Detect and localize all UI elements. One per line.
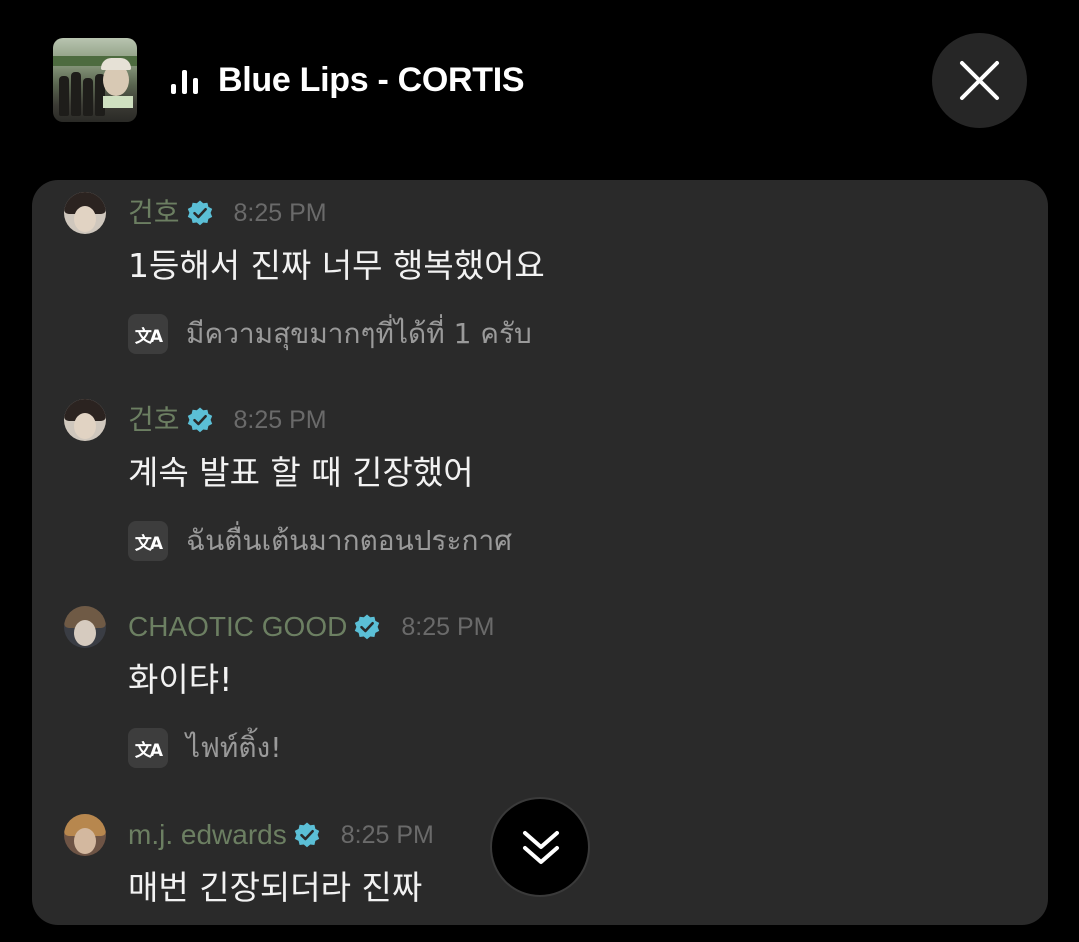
message-meta: m.j. edwards 8:25 PM bbox=[128, 815, 434, 855]
translate-icon[interactable]: 文A bbox=[128, 521, 168, 561]
message-meta: 건호 8:25 PM bbox=[128, 400, 327, 440]
username[interactable]: 건호 bbox=[128, 400, 180, 440]
close-button[interactable] bbox=[932, 33, 1027, 128]
live-chat-panel[interactable]: 건호 8:25 PM 1등해서 진짜 너무 행복했어요 文A มีความสุข… bbox=[32, 180, 1048, 925]
translation-row: 文A มีความสุขมากๆที่ได้ที่ 1 ครับ bbox=[128, 314, 532, 354]
timestamp: 8:25 PM bbox=[233, 199, 327, 227]
message-text: 매번 긴장되더라 진짜 bbox=[128, 868, 423, 907]
translate-icon[interactable]: 文A bbox=[128, 728, 168, 768]
album-art-detail bbox=[59, 76, 69, 116]
album-art-detail bbox=[83, 78, 93, 116]
avatar[interactable] bbox=[64, 192, 106, 234]
translation-text: ฉันตื่นเต้นมากตอนประกาศ bbox=[186, 524, 513, 557]
avatar[interactable] bbox=[64, 399, 106, 441]
verified-badge-icon bbox=[294, 822, 319, 848]
username[interactable]: CHAOTIC GOOD bbox=[128, 607, 347, 647]
avatar[interactable] bbox=[64, 606, 106, 648]
track-title[interactable]: Blue Lips - CORTIS bbox=[218, 58, 525, 102]
now-playing-header: Blue Lips - CORTIS bbox=[0, 0, 1079, 160]
verified-badge-icon bbox=[187, 200, 212, 226]
username[interactable]: m.j. edwards bbox=[128, 815, 287, 855]
translation-text: มีความสุขมากๆที่ได้ที่ 1 ครับ bbox=[186, 317, 532, 350]
timestamp: 8:25 PM bbox=[233, 406, 327, 434]
verified-badge-icon bbox=[355, 614, 380, 640]
translation-text: ไฟท์ติ้ง! bbox=[186, 731, 282, 764]
avatar[interactable] bbox=[64, 814, 106, 856]
message-meta: CHAOTIC GOOD 8:25 PM bbox=[128, 607, 494, 647]
album-art-detail bbox=[103, 96, 133, 108]
album-art-detail bbox=[101, 58, 131, 70]
translation-row: 文A ฉันตื่นเต้นมากตอนประกาศ bbox=[128, 521, 512, 561]
message-text: 1등해서 진짜 너무 행복했어요 bbox=[128, 246, 545, 285]
album-art[interactable] bbox=[53, 38, 137, 122]
verified-badge-icon bbox=[187, 407, 212, 433]
message-text: 화이탸! bbox=[128, 660, 233, 699]
album-art-detail bbox=[71, 72, 81, 116]
message-meta: 건호 8:25 PM bbox=[128, 193, 327, 233]
double-chevron-down-icon bbox=[523, 831, 559, 864]
close-icon bbox=[960, 61, 999, 100]
scroll-to-latest-button[interactable] bbox=[490, 797, 590, 897]
translate-icon[interactable]: 文A bbox=[128, 314, 168, 354]
message-text: 계속 발표 할 때 긴장했어 bbox=[128, 453, 474, 492]
equalizer-icon bbox=[171, 70, 201, 94]
timestamp: 8:25 PM bbox=[340, 821, 434, 849]
timestamp: 8:25 PM bbox=[401, 613, 495, 641]
translation-row: 文A ไฟท์ติ้ง! bbox=[128, 728, 281, 768]
username[interactable]: 건호 bbox=[128, 193, 180, 233]
